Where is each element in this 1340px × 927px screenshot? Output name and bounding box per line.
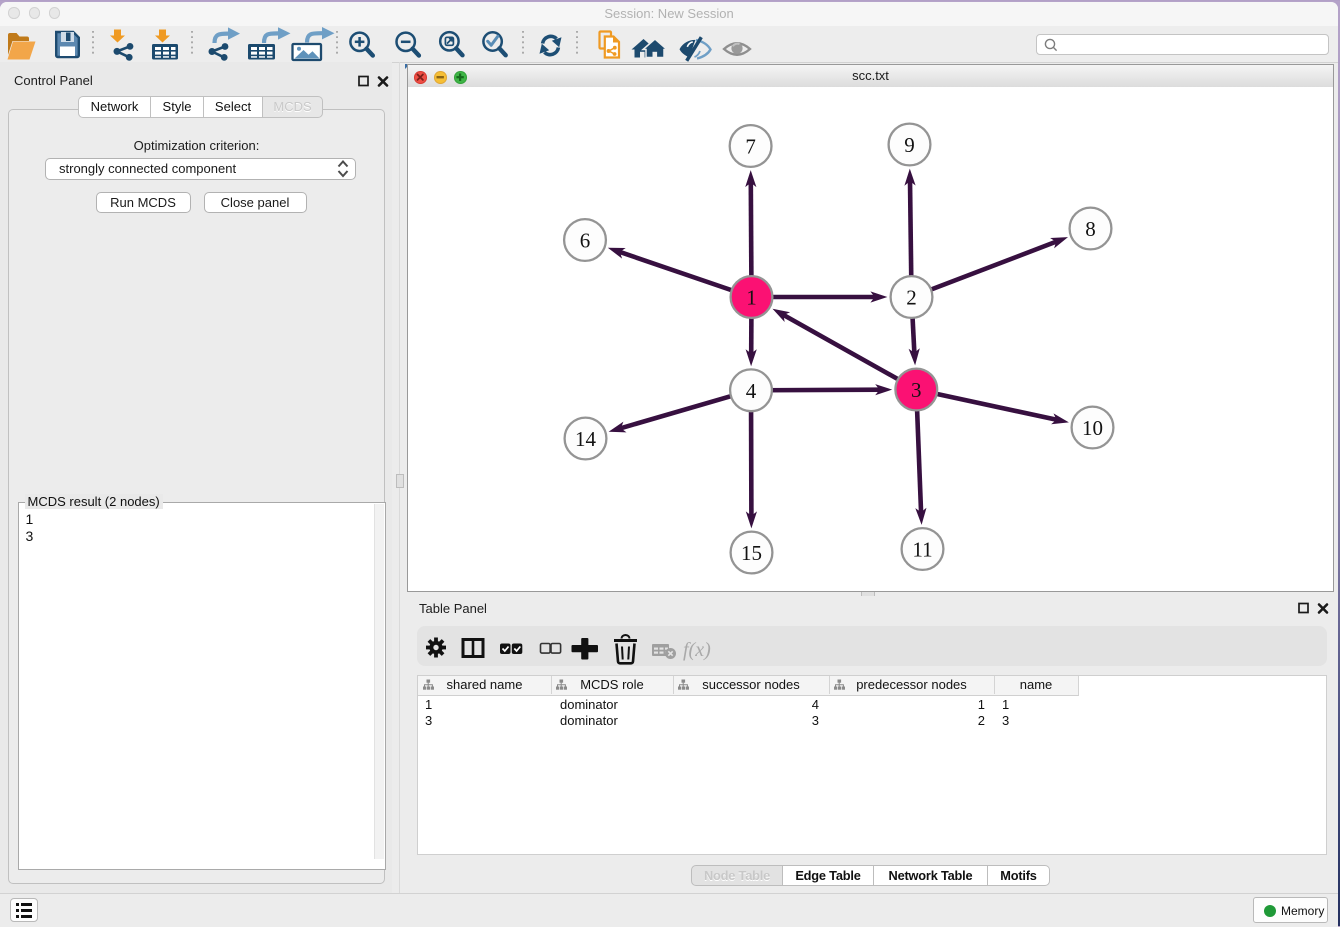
svg-text:15: 15 bbox=[741, 541, 762, 565]
svg-text:2: 2 bbox=[906, 286, 917, 310]
svg-text:3: 3 bbox=[911, 378, 922, 402]
svg-text:8: 8 bbox=[1085, 217, 1096, 241]
svg-text:1: 1 bbox=[746, 286, 757, 310]
svg-text:f(x): f(x) bbox=[683, 639, 711, 661]
svg-text:9: 9 bbox=[904, 133, 915, 157]
svg-text:11: 11 bbox=[912, 538, 932, 562]
svg-text:4: 4 bbox=[746, 379, 757, 403]
svg-text:7: 7 bbox=[745, 135, 756, 159]
svg-text:14: 14 bbox=[575, 427, 597, 451]
svg-text:10: 10 bbox=[1082, 416, 1103, 440]
svg-text:6: 6 bbox=[580, 229, 591, 253]
